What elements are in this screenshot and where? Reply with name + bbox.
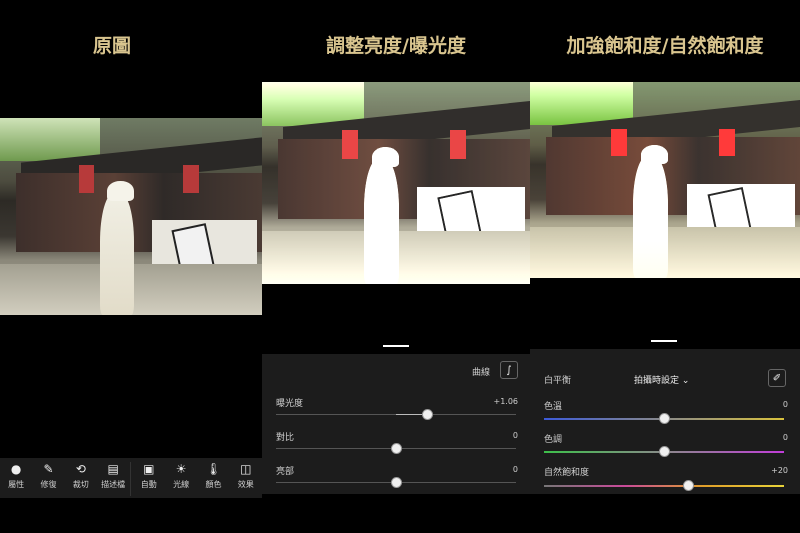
curve-icon: ∫ bbox=[506, 364, 512, 376]
eyedropper-button[interactable]: ✐ bbox=[768, 369, 786, 387]
profile-icon: ▤ bbox=[107, 462, 119, 476]
curve-label: 曲線 bbox=[472, 368, 491, 378]
chevron-down-icon: ⌄ bbox=[681, 376, 690, 386]
crop-icon: ⟲ bbox=[75, 462, 86, 476]
sheet-handle[interactable] bbox=[383, 345, 409, 347]
contrast-label: 對比 bbox=[276, 433, 295, 443]
tool-auto[interactable]: ▣ 自動 bbox=[134, 462, 164, 490]
tool-heal[interactable]: ✎ 修復 bbox=[33, 462, 63, 490]
tint-label: 色調 bbox=[544, 435, 563, 445]
temperature-slider-knob[interactable] bbox=[658, 413, 670, 424]
highlights-label: 亮部 bbox=[276, 467, 295, 477]
temperature-label: 色溫 bbox=[544, 402, 563, 412]
highlights-slider-knob[interactable] bbox=[390, 477, 402, 488]
panel-title-original: 原圖 bbox=[92, 35, 131, 57]
auto-icon: ▣ bbox=[143, 462, 155, 476]
tool-crop[interactable]: ⟲ 裁切 bbox=[66, 462, 96, 490]
eyedropper-icon: ✐ bbox=[772, 372, 782, 384]
effects-icon: ◫ bbox=[240, 462, 252, 476]
panel-title-exposure: 調整亮度/曝光度 bbox=[326, 35, 466, 57]
light-icon: ☀ bbox=[175, 462, 187, 476]
heal-icon: ✎ bbox=[43, 462, 54, 476]
white-balance-select[interactable]: 拍攝時設定 ⌄ bbox=[634, 373, 689, 386]
photo-saturation bbox=[530, 82, 800, 278]
contrast-value: 0 bbox=[512, 431, 518, 440]
vibrance-value: +20 bbox=[771, 466, 788, 475]
vibrance-track[interactable] bbox=[544, 485, 784, 487]
photo-exposure bbox=[262, 82, 530, 284]
tool-profile[interactable]: ▤ 描述檔 bbox=[98, 462, 128, 490]
tool-light[interactable]: ☀ 光線 bbox=[166, 462, 196, 490]
tool-effects[interactable]: ◫ 效果 bbox=[231, 462, 261, 490]
tint-slider-knob[interactable] bbox=[658, 446, 670, 457]
contrast-slider-knob[interactable] bbox=[390, 443, 402, 454]
sheet-handle-2[interactable] bbox=[651, 340, 677, 342]
light-panel: 曲線 ∫ 曝光度 +1.06 對比 0 亮部 0 bbox=[262, 354, 530, 494]
tint-value: 0 bbox=[782, 433, 788, 442]
color-icon: 🌡 bbox=[205, 462, 222, 476]
color-panel: 白平衡 拍攝時設定 ⌄ ✐ 色溫 0 色調 0 自然飽和度 +20 bbox=[530, 349, 800, 494]
exposure-slider-knob[interactable] bbox=[421, 409, 433, 420]
tool-color[interactable]: 🌡 顏色 bbox=[198, 462, 228, 490]
tool-presets[interactable]: ● 屬性 bbox=[1, 462, 31, 490]
highlights-value: 0 bbox=[512, 465, 518, 474]
panel-title-saturation: 加強飽和度/自然飽和度 bbox=[566, 35, 764, 57]
photo-original bbox=[0, 118, 262, 315]
curve-button[interactable]: ∫ bbox=[500, 361, 518, 379]
toolbar-divider bbox=[130, 462, 132, 496]
exposure-label: 曝光度 bbox=[276, 399, 304, 409]
preset-icon: ● bbox=[10, 462, 22, 476]
exposure-value: +1.06 bbox=[493, 397, 518, 406]
temperature-value: 0 bbox=[782, 400, 788, 409]
edit-toolbar: ● 屬性 ✎ 修復 ⟲ 裁切 ▤ 描述檔 ▣ 自動 ☀ 光線 🌡 顏色 ◫ 效果 bbox=[0, 458, 262, 498]
vibrance-label: 自然飽和度 bbox=[544, 468, 590, 478]
white-balance-label: 白平衡 bbox=[544, 376, 572, 386]
vibrance-slider-knob[interactable] bbox=[682, 480, 694, 491]
